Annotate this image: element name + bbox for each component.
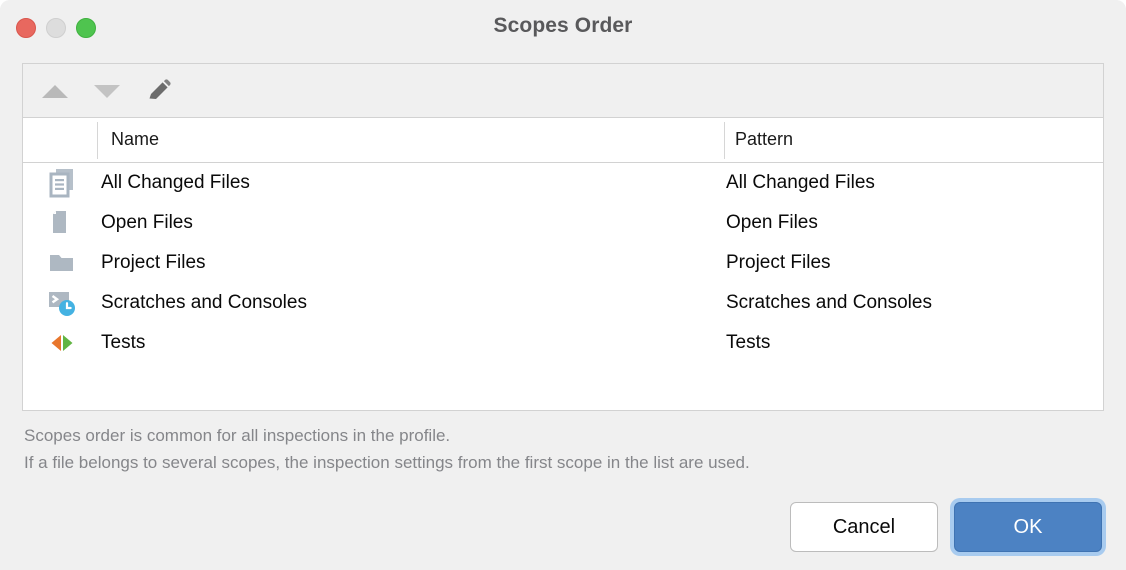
title-bar: Scopes Order (0, 0, 1126, 56)
note-line-2: If a file belongs to several scopes, the… (24, 453, 750, 472)
scopes-list: All Changed Files All Changed Files Open… (23, 163, 1103, 409)
scopes-order-note: Scopes order is common for all inspectio… (24, 422, 1104, 476)
scratches-consoles-icon (45, 286, 79, 320)
cell-pattern: All Changed Files (726, 172, 875, 193)
open-files-icon (45, 206, 79, 240)
cell-name: Scratches and Consoles (101, 292, 307, 313)
ok-button-focus-ring: OK (950, 498, 1106, 556)
dialog-buttons: Cancel OK (790, 498, 1106, 556)
cell-pattern: Tests (726, 332, 771, 353)
tests-icon (45, 326, 79, 360)
column-header-pattern[interactable]: Pattern (735, 129, 793, 150)
cell-name: Project Files (101, 252, 206, 273)
table-row[interactable]: Open Files Open Files (23, 203, 1103, 243)
arrow-up-icon (42, 84, 68, 98)
window-title: Scopes Order (493, 14, 633, 37)
move-down-button[interactable] (81, 64, 133, 118)
arrow-down-icon (94, 84, 120, 98)
column-header-name[interactable]: Name (111, 129, 159, 150)
project-files-icon (45, 246, 79, 280)
cell-pattern: Open Files (726, 212, 818, 233)
cell-name: Open Files (101, 212, 193, 233)
move-up-button[interactable] (29, 64, 81, 118)
cell-name: All Changed Files (101, 172, 250, 193)
cancel-button[interactable]: Cancel (790, 502, 938, 552)
cell-pattern: Project Files (726, 252, 831, 273)
table-row[interactable]: Scratches and Consoles Scratches and Con… (23, 283, 1103, 323)
scopes-table-panel: Name Pattern All Changed Files All Chang… (22, 63, 1104, 411)
all-changed-files-icon (45, 166, 79, 200)
table-row[interactable]: Tests Tests (23, 323, 1103, 363)
table-header-row: Name Pattern (23, 118, 1103, 163)
scopes-order-dialog: Scopes Order Name Pattern All Changed Fi… (0, 0, 1126, 570)
cell-pattern: Scratches and Consoles (726, 292, 932, 313)
pencil-icon (149, 79, 171, 99)
cell-name: Tests (101, 332, 146, 353)
table-toolbar (23, 64, 1103, 118)
table-row[interactable]: Project Files Project Files (23, 243, 1103, 283)
table-row[interactable]: All Changed Files All Changed Files (23, 163, 1103, 203)
note-line-1: Scopes order is common for all inspectio… (24, 426, 451, 445)
column-divider-1[interactable] (97, 122, 98, 159)
edit-scope-button[interactable] (133, 64, 185, 118)
column-divider-2[interactable] (724, 122, 725, 159)
ok-button[interactable]: OK (954, 502, 1102, 552)
